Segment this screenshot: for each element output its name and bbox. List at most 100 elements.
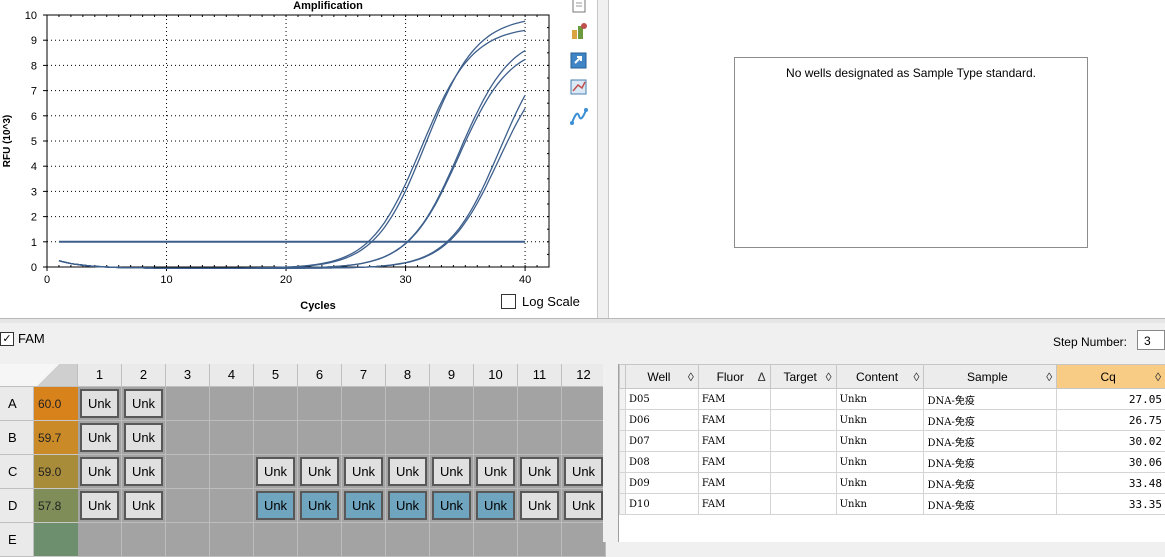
plate-well-b6[interactable] bbox=[298, 421, 342, 455]
plate-well-b5[interactable] bbox=[254, 421, 298, 455]
well-content-label[interactable]: Unk bbox=[80, 491, 119, 520]
plate-well-e7[interactable] bbox=[342, 523, 386, 557]
results-table-row[interactable]: D05FAMUnknDNA-免疫27.05 bbox=[620, 389, 1165, 410]
plate-well-e11[interactable] bbox=[518, 523, 562, 557]
well-content-label[interactable]: Unk bbox=[124, 423, 163, 452]
plate-well-a8[interactable] bbox=[386, 387, 430, 421]
sort-indicator-icon[interactable]: ◊ bbox=[1046, 370, 1052, 384]
plate-well-a10[interactable] bbox=[474, 387, 518, 421]
results-column-header-cq[interactable]: Cq◊ bbox=[1057, 365, 1165, 389]
plate-column-header-5[interactable]: 5 bbox=[254, 364, 298, 387]
well-content-label[interactable]: Unk bbox=[432, 491, 471, 520]
well-content-label[interactable]: Unk bbox=[344, 491, 383, 520]
well-content-label[interactable]: Unk bbox=[256, 457, 295, 486]
results-column-header-well[interactable]: Well◊ bbox=[625, 365, 698, 389]
plate-well-c10[interactable]: Unk bbox=[474, 455, 518, 489]
plate-row-header-b[interactable]: B bbox=[0, 421, 34, 455]
plate-well-e12[interactable] bbox=[562, 523, 606, 557]
plate-select-all-corner[interactable] bbox=[0, 364, 78, 387]
plate-well-d11[interactable]: Unk bbox=[518, 489, 562, 523]
well-content-label[interactable]: Unk bbox=[300, 457, 339, 486]
plate-well-e6[interactable] bbox=[298, 523, 342, 557]
well-content-label[interactable]: Unk bbox=[520, 491, 559, 520]
zoom-chart-icon[interactable] bbox=[569, 77, 589, 97]
plate-well-c1[interactable]: Unk bbox=[78, 455, 122, 489]
plate-well-b7[interactable] bbox=[342, 421, 386, 455]
plate-column-header-10[interactable]: 10 bbox=[474, 364, 518, 387]
well-content-label[interactable]: Unk bbox=[300, 491, 339, 520]
plate-well-d1[interactable]: Unk bbox=[78, 489, 122, 523]
plate-well-b10[interactable] bbox=[474, 421, 518, 455]
well-content-label[interactable]: Unk bbox=[564, 457, 603, 486]
well-content-label[interactable]: Unk bbox=[124, 491, 163, 520]
plate-well-c4[interactable] bbox=[210, 455, 254, 489]
results-table-row[interactable]: D06FAMUnknDNA-免疫26.75 bbox=[620, 410, 1165, 431]
sort-indicator-icon[interactable]: Δ bbox=[758, 370, 766, 384]
plate-column-header-8[interactable]: 8 bbox=[386, 364, 430, 387]
results-table-row[interactable]: D10FAMUnknDNA-免疫33.35 bbox=[620, 494, 1165, 515]
results-table-row[interactable]: D08FAMUnknDNA-免疫30.06 bbox=[620, 452, 1165, 473]
plate-well-c2[interactable]: Unk bbox=[122, 455, 166, 489]
results-column-header-content[interactable]: Content◊ bbox=[836, 365, 924, 389]
well-content-label[interactable]: Unk bbox=[80, 423, 119, 452]
plate-well-e2[interactable] bbox=[122, 523, 166, 557]
plate-well-a1[interactable]: Unk bbox=[78, 387, 122, 421]
well-content-label[interactable]: Unk bbox=[388, 457, 427, 486]
fam-checkbox-box[interactable]: ✓ bbox=[0, 332, 14, 346]
plate-well-b12[interactable] bbox=[562, 421, 606, 455]
amplification-chart[interactable]: 010203040012345678910AmplificationCycles… bbox=[0, 0, 597, 318]
sort-indicator-icon[interactable]: ◊ bbox=[688, 370, 694, 384]
plate-well-b8[interactable] bbox=[386, 421, 430, 455]
log-scale-checkbox[interactable]: Log Scale bbox=[501, 293, 580, 309]
plate-well-d5[interactable]: Unk bbox=[254, 489, 298, 523]
results-table-row[interactable]: D07FAMUnknDNA-免疫30.02 bbox=[620, 431, 1165, 452]
plate-well-d4[interactable] bbox=[210, 489, 254, 523]
plate-well-a11[interactable] bbox=[518, 387, 562, 421]
plate-well-a4[interactable] bbox=[210, 387, 254, 421]
plate-column-header-6[interactable]: 6 bbox=[298, 364, 342, 387]
results-column-header-fluor[interactable]: FluorΔ bbox=[698, 365, 770, 389]
well-content-label[interactable]: Unk bbox=[476, 457, 515, 486]
plate-well-a12[interactable] bbox=[562, 387, 606, 421]
plate-well-c6[interactable]: Unk bbox=[298, 455, 342, 489]
vertical-splitter[interactable] bbox=[597, 0, 609, 318]
plate-column-header-7[interactable]: 7 bbox=[342, 364, 386, 387]
plate-well-c5[interactable]: Unk bbox=[254, 455, 298, 489]
plate-well-e8[interactable] bbox=[386, 523, 430, 557]
plate-well-c7[interactable]: Unk bbox=[342, 455, 386, 489]
plate-well-a7[interactable] bbox=[342, 387, 386, 421]
plate-well-b4[interactable] bbox=[210, 421, 254, 455]
plate-row-header-e[interactable]: E bbox=[0, 523, 34, 557]
plate-well-e5[interactable] bbox=[254, 523, 298, 557]
log-scale-box[interactable] bbox=[501, 294, 516, 309]
plate-well-a5[interactable] bbox=[254, 387, 298, 421]
plate-well-a6[interactable] bbox=[298, 387, 342, 421]
clipboard-icon[interactable] bbox=[569, 0, 589, 14]
well-content-label[interactable]: Unk bbox=[124, 389, 163, 418]
plate-well-d9[interactable]: Unk bbox=[430, 489, 474, 523]
plate-well-d10[interactable]: Unk bbox=[474, 489, 518, 523]
well-content-label[interactable]: Unk bbox=[432, 457, 471, 486]
plate-well-d3[interactable] bbox=[166, 489, 210, 523]
well-content-label[interactable]: Unk bbox=[80, 457, 119, 486]
plate-well-c11[interactable]: Unk bbox=[518, 455, 562, 489]
plate-well-a3[interactable] bbox=[166, 387, 210, 421]
well-content-label[interactable]: Unk bbox=[124, 457, 163, 486]
plate-well-b1[interactable]: Unk bbox=[78, 421, 122, 455]
well-content-label[interactable]: Unk bbox=[564, 491, 603, 520]
plate-column-header-3[interactable]: 3 bbox=[166, 364, 210, 387]
fam-checkbox[interactable]: ✓ FAM bbox=[0, 331, 45, 346]
horizontal-splitter[interactable] bbox=[0, 318, 1165, 323]
plate-well-d12[interactable]: Unk bbox=[562, 489, 606, 523]
plate-column-header-9[interactable]: 9 bbox=[430, 364, 474, 387]
plate-well-b11[interactable] bbox=[518, 421, 562, 455]
plate-column-header-11[interactable]: 11 bbox=[518, 364, 562, 387]
well-content-label[interactable]: Unk bbox=[344, 457, 383, 486]
step-number-input[interactable]: 3 bbox=[1137, 330, 1165, 350]
well-content-label[interactable]: Unk bbox=[476, 491, 515, 520]
plate-well-e4[interactable] bbox=[210, 523, 254, 557]
sort-indicator-icon[interactable]: ◊ bbox=[826, 370, 832, 384]
well-content-label[interactable]: Unk bbox=[80, 389, 119, 418]
plate-well-c9[interactable]: Unk bbox=[430, 455, 474, 489]
export-icon[interactable] bbox=[569, 50, 589, 70]
